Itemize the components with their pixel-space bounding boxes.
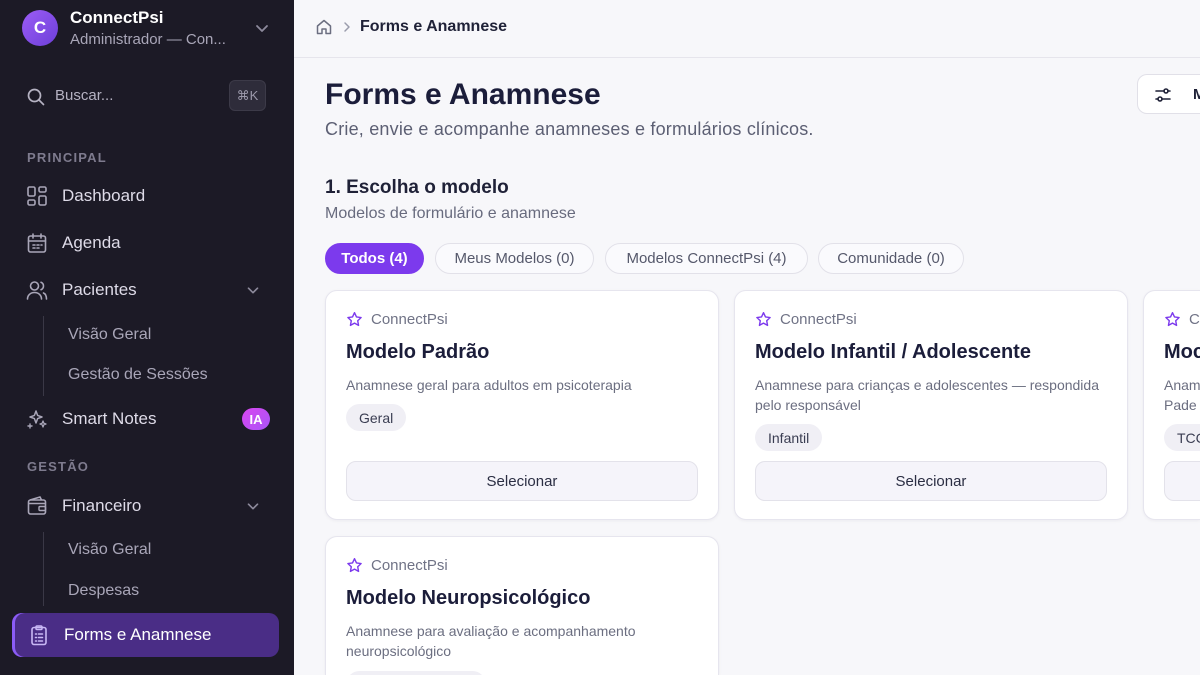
card-source: ConnectPsi [346, 311, 448, 328]
card-source: ConnectPsi [346, 557, 448, 574]
workspace-switcher[interactable]: C ConnectPsi Administrador — Con... [22, 8, 272, 48]
chevron-right-icon [344, 22, 350, 32]
search-icon [27, 88, 45, 106]
sidebar-subitem-gestao-sessoes[interactable]: Gestão de Sessões [68, 366, 208, 384]
ia-badge: IA [242, 408, 270, 430]
sidebar-item-dashboard[interactable]: Dashboard [26, 178, 272, 214]
workspace-name: ConnectPsi [70, 8, 164, 27]
sidebar-item-smart-notes[interactable]: Smart Notes IA [26, 401, 272, 437]
sidebar-subitem-pacientes-visao-geral[interactable]: Visão Geral [68, 326, 151, 344]
card-description: Anam Pade [1164, 377, 1200, 413]
step-subtitle: Modelos de formulário e anamnese [325, 205, 576, 222]
card-title: Modelo Infantil / Adolescente [755, 341, 1031, 363]
sparkles-icon [27, 410, 47, 429]
template-card[interactable]: ConnectPsi Modelo Padrão Anamnese geral … [325, 290, 719, 520]
sidebar-item-agenda[interactable]: Agenda [26, 225, 272, 261]
chevron-down-icon [256, 25, 268, 32]
star-icon [347, 311, 362, 327]
star-icon [347, 557, 362, 573]
search-box[interactable]: Buscar... ⌘K [26, 80, 266, 112]
card-title: Modelo Neuropsicológico [346, 587, 591, 609]
card-source-label: Co [1189, 311, 1200, 328]
sidebar-item-label: Smart Notes [62, 409, 157, 428]
sidebar-item-forms-anamnese[interactable]: Forms e Anamnese [12, 613, 279, 657]
star-icon [756, 311, 771, 327]
search-placeholder: Buscar... [55, 87, 114, 104]
sidebar-item-pacientes[interactable]: Pacientes [26, 272, 272, 308]
select-button[interactable]: Selecionar [346, 461, 698, 501]
workspace-avatar: C [22, 10, 58, 46]
page-title: Forms e Anamnese [325, 78, 601, 111]
calendar-icon [27, 233, 47, 253]
wallet-icon [27, 496, 47, 515]
template-card[interactable]: ConnectPsi Modelo Infantil / Adolescente… [734, 290, 1128, 520]
filter-chip-modelos-connectpsi[interactable]: Modelos ConnectPsi (4) [605, 243, 808, 274]
page-subtitle: Crie, envie e acompanhe anamneses e form… [325, 119, 814, 139]
sidebar-item-label: Financeiro [62, 496, 142, 515]
select-button[interactable] [1164, 461, 1200, 501]
top-bar: Forms e Anamnese [294, 0, 1200, 58]
card-description: Anamnese para avaliação e acompanhamento… [346, 623, 636, 659]
card-source-label: ConnectPsi [780, 311, 857, 328]
star-icon [1165, 311, 1180, 327]
sidebar-item-label: Forms e Anamnese [64, 625, 212, 644]
card-description: Anamnese geral para adultos em psicotera… [346, 377, 632, 393]
dashboard-icon [27, 186, 47, 206]
card-description: Anamnese para crianças e adolescentes — … [755, 377, 1099, 413]
filter-chip-meus-modelos[interactable]: Meus Modelos (0) [435, 243, 594, 274]
clipboard-icon [31, 625, 47, 646]
template-card[interactable]: ConnectPsi Modelo Neuropsicológico Anamn… [325, 536, 719, 675]
card-title: Moc [1164, 341, 1200, 363]
select-button[interactable]: Selecionar [755, 461, 1107, 501]
sidebar-subitem-despesas[interactable]: Despesas [68, 582, 139, 600]
card-source-label: ConnectPsi [371, 557, 448, 574]
filter-settings-button[interactable]: M [1137, 74, 1200, 114]
sidebar: C ConnectPsi Administrador — Con... Busc… [0, 0, 294, 675]
template-card[interactable]: Co Moc Anam Pade TCC [1143, 290, 1200, 520]
sidebar-subitem-financeiro-visao-geral[interactable]: Visão Geral [68, 541, 151, 559]
sidebar-item-label: Agenda [62, 233, 121, 252]
card-source-label: ConnectPsi [371, 311, 448, 328]
submenu-line [43, 316, 44, 396]
card-title: Modelo Padrão [346, 341, 490, 363]
filter-chip-comunidade[interactable]: Comunidade (0) [818, 243, 964, 274]
submenu-line [43, 532, 44, 606]
card-source: Co [1164, 311, 1200, 328]
sidebar-item-financeiro[interactable]: Financeiro [26, 488, 272, 524]
filter-settings-label: M [1193, 86, 1200, 103]
section-label-principal: PRINCIPAL [27, 150, 107, 165]
filter-chip-todos[interactable]: Todos (4) [325, 243, 424, 274]
home-icon[interactable] [315, 18, 333, 36]
section-label-gestao: GESTÃO [27, 459, 90, 474]
sliders-icon [1155, 88, 1171, 102]
card-source: ConnectPsi [755, 311, 857, 328]
card-tag: Infantil [755, 424, 823, 451]
breadcrumb-current: Forms e Anamnese [360, 18, 508, 35]
sidebar-item-label: Dashboard [62, 186, 146, 205]
workspace-role: Administrador — Con... [70, 31, 226, 48]
chevron-down-icon[interactable] [244, 497, 262, 515]
step-title: 1. Escolha o modelo [325, 177, 509, 198]
card-tag: TCC [1164, 424, 1200, 451]
chevron-down-icon[interactable] [244, 281, 262, 299]
sidebar-item-label: Pacientes [62, 280, 137, 299]
search-shortcut: ⌘K [229, 80, 266, 111]
card-tag [346, 671, 486, 675]
card-tag: Geral [346, 404, 407, 431]
users-icon [26, 281, 48, 300]
